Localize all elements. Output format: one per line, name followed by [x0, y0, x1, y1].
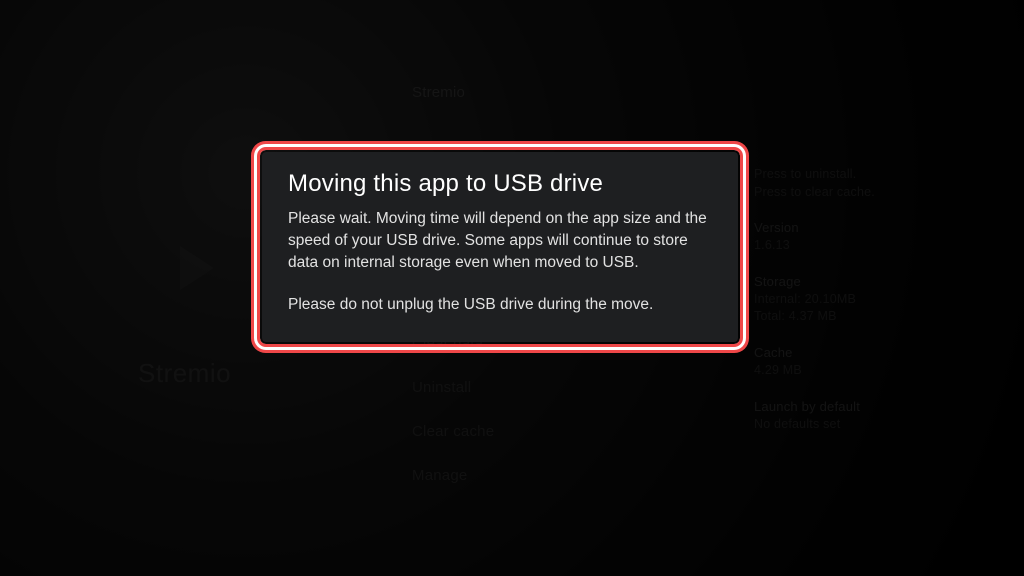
- modal-body-2: Please do not unplug the USB drive durin…: [288, 294, 712, 316]
- modal-title: Moving this app to USB drive: [288, 170, 712, 198]
- move-app-modal: Moving this app to USB drive Please wait…: [262, 152, 738, 342]
- modal-body-1: Please wait. Moving time will depend on …: [288, 208, 712, 274]
